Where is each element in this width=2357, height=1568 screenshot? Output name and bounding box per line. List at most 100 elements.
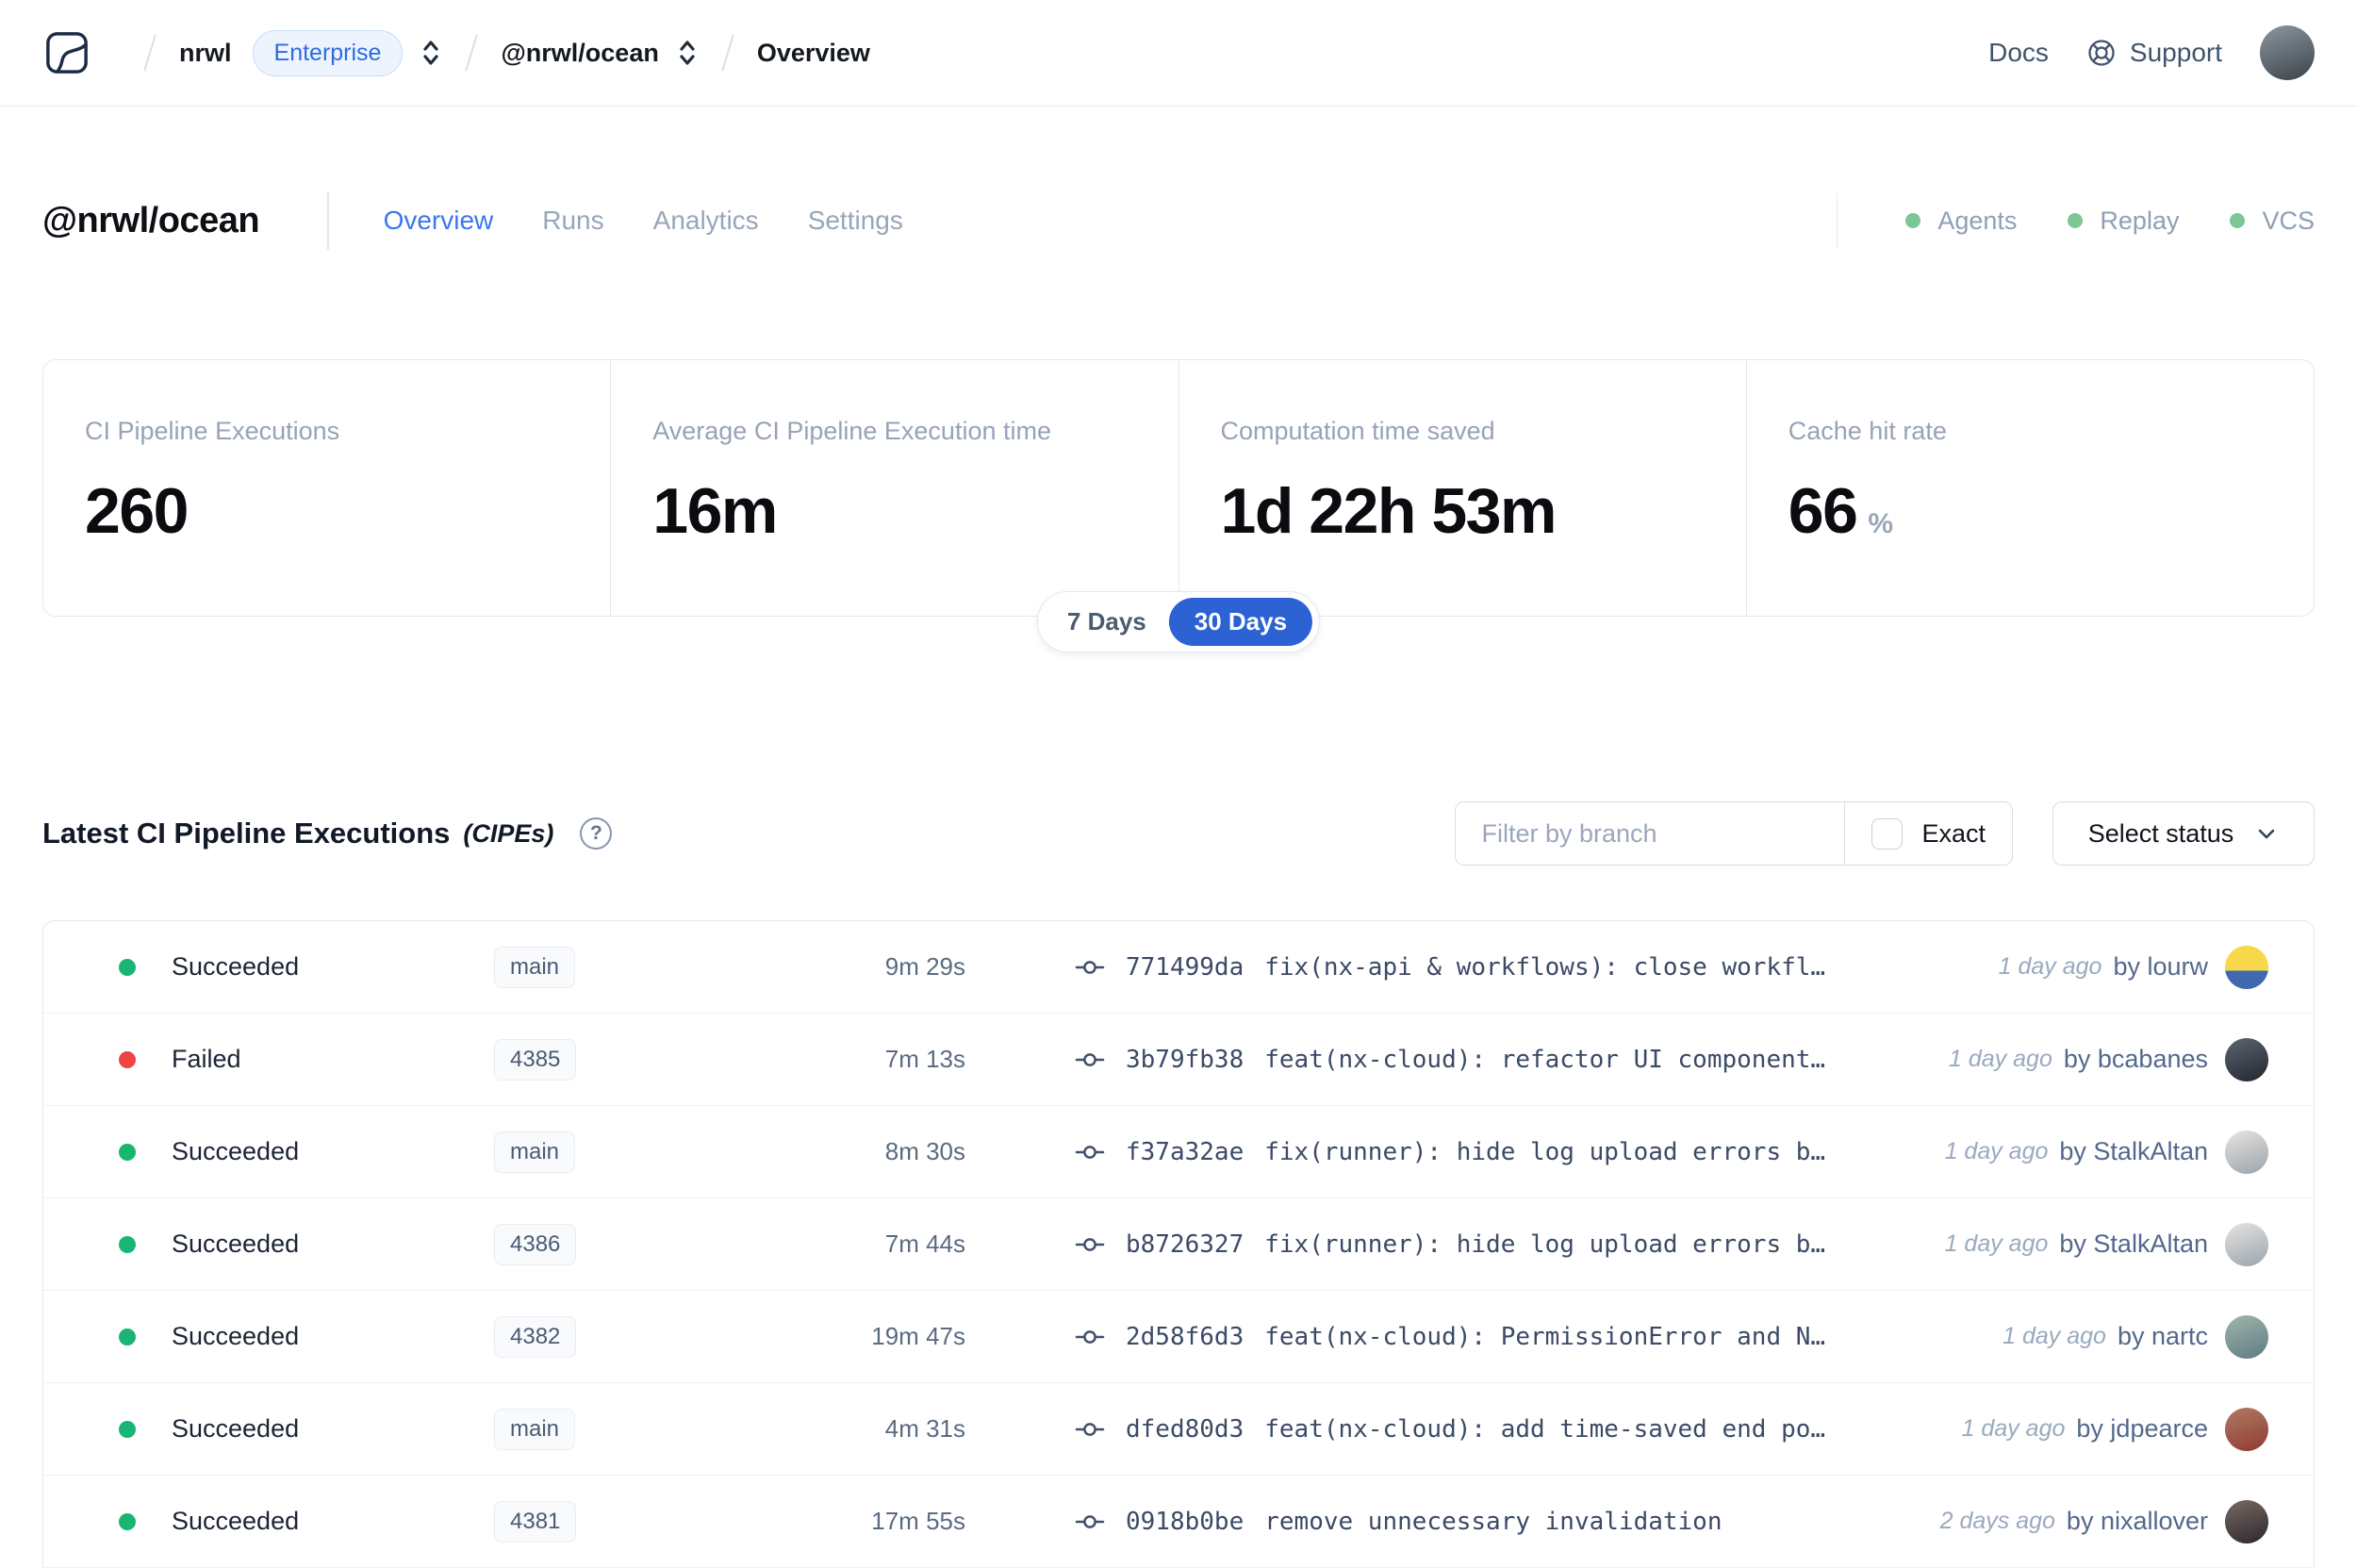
- commit-message: feat(nx-cloud): add time-saved end po…: [1264, 1414, 1826, 1444]
- support-link[interactable]: Support: [2086, 38, 2222, 68]
- duration: 4m 31s: [884, 1414, 965, 1443]
- git-commit-icon: [1075, 1045, 1105, 1075]
- commit-sha: f37a32ae: [1126, 1137, 1244, 1166]
- branch-badge: 4381: [494, 1500, 577, 1543]
- cipe-row[interactable]: Succeeded 4382 19m 47s 2d58f6d3 feat(nx-…: [43, 1291, 2314, 1383]
- breadcrumb-separator: [465, 34, 479, 72]
- date-range-toggle: 7 Days 30 Days: [1036, 591, 1321, 652]
- duration: 8m 30s: [884, 1137, 965, 1165]
- commit-sha: 2d58f6d3: [1126, 1322, 1244, 1351]
- workspace-tabs: Overview Runs Analytics Settings: [384, 206, 903, 236]
- org-switcher-chevron-icon[interactable]: [420, 36, 442, 70]
- stat-card-average-execution-time: Average CI Pipeline Execution time 16m: [611, 360, 1179, 616]
- author: by StalkAltan: [2059, 1230, 2208, 1258]
- status-label: Succeeded: [172, 952, 300, 981]
- git-commit-icon: [1075, 1507, 1105, 1537]
- integration-agents[interactable]: Agents: [1905, 206, 2017, 236]
- stat-card-ci-pipeline-executions: CI Pipeline Executions 260: [43, 360, 612, 616]
- duration: 9m 29s: [884, 952, 965, 981]
- divider: [1836, 193, 1838, 248]
- cipe-row[interactable]: Succeeded main 8m 30s f37a32ae fix(runne…: [43, 1106, 2314, 1198]
- status-select-dropdown[interactable]: Select status: [2052, 801, 2315, 866]
- cipe-row[interactable]: Succeeded 4386 7m 44s b8726327 fix(runne…: [43, 1198, 2314, 1291]
- status-label: Succeeded: [172, 1322, 300, 1350]
- integration-replay[interactable]: Replay: [2068, 206, 2179, 236]
- status-dot-icon: [1905, 213, 1921, 228]
- cipe-row[interactable]: Failed 4385 7m 13s 3b79fb38 feat(nx-clou…: [43, 1014, 2314, 1106]
- status-label: Failed: [172, 1045, 241, 1073]
- tab-overview[interactable]: Overview: [384, 206, 494, 236]
- git-commit-icon: [1075, 1414, 1105, 1444]
- workspace-switcher-chevron-icon[interactable]: [676, 36, 699, 70]
- commit-sha: 3b79fb38: [1126, 1045, 1244, 1074]
- cipes-title-suffix: (CIPEs): [463, 818, 554, 848]
- cipe-row[interactable]: Succeeded main 9m 29s 771499da fix(nx-ap…: [43, 921, 2314, 1014]
- branch-badge: 4382: [494, 1315, 577, 1358]
- author: by StalkAltan: [2059, 1137, 2208, 1165]
- help-icon[interactable]: ?: [580, 817, 613, 850]
- enterprise-badge: Enterprise: [252, 29, 404, 76]
- time-ago: 1 day ago: [1944, 1138, 2049, 1164]
- cipe-row[interactable]: Succeeded main 4m 31s dfed80d3 feat(nx-c…: [43, 1383, 2314, 1476]
- integration-vcs[interactable]: VCS: [2230, 206, 2315, 236]
- author: by bcabanes: [2063, 1045, 2208, 1073]
- branch-badge: main: [494, 946, 576, 988]
- avatar: [2225, 1130, 2268, 1174]
- duration: 7m 13s: [884, 1045, 965, 1073]
- top-navbar: nrwl Enterprise @nrwl/ocean Overview Doc…: [0, 0, 2357, 107]
- docs-link[interactable]: Docs: [1988, 38, 2049, 68]
- stat-card-cache-hit-rate: Cache hit rate 66 %: [1788, 417, 1947, 547]
- author: by lourw: [2113, 952, 2208, 981]
- status-label: Succeeded: [172, 1414, 300, 1443]
- breadcrumb-org[interactable]: nrwl: [179, 39, 232, 68]
- user-avatar[interactable]: [2260, 25, 2315, 80]
- nx-cloud-logo[interactable]: [45, 31, 89, 74]
- status-dot-icon: [119, 1143, 136, 1161]
- duration: 19m 47s: [871, 1322, 965, 1350]
- status-dot-icon: [119, 1328, 136, 1345]
- integration-statuses: Agents Replay VCS: [1905, 206, 2315, 236]
- chevron-down-icon: [2254, 821, 2279, 846]
- tab-runs[interactable]: Runs: [542, 206, 603, 236]
- cipes-title: Latest CI Pipeline Executions (CIPEs) ?: [42, 817, 613, 850]
- stat-card-computation-time-saved: Computation time saved 1d 22h 53m: [1179, 360, 1747, 616]
- exact-checkbox[interactable]: [1871, 817, 1904, 850]
- commit-message: fix(nx-api & workflows): close workfl…: [1264, 952, 1826, 982]
- status-dot-icon: [119, 1512, 136, 1530]
- branch-badge: main: [494, 1408, 576, 1450]
- workspace-header: @nrwl/ocean Overview Runs Analytics Sett…: [42, 191, 2315, 250]
- git-commit-icon: [1075, 1230, 1105, 1260]
- avatar: [2225, 1407, 2268, 1451]
- time-ago: 1 day ago: [1944, 1230, 2049, 1257]
- range-option-30-days[interactable]: 30 Days: [1168, 598, 1313, 646]
- breadcrumb-separator: [721, 34, 734, 72]
- tab-settings[interactable]: Settings: [808, 206, 903, 236]
- time-ago: 1 day ago: [1998, 953, 2102, 980]
- git-commit-icon: [1075, 1137, 1105, 1167]
- branch-badge: main: [494, 1131, 576, 1173]
- branch-filter-input[interactable]: [1456, 802, 1845, 865]
- author: by nixallover: [2066, 1507, 2208, 1535]
- lifebuoy-icon: [2086, 38, 2117, 68]
- commit-sha: 771499da: [1126, 952, 1244, 982]
- author: by jdpearce: [2076, 1414, 2208, 1443]
- status-dot-icon: [2068, 213, 2084, 228]
- git-commit-icon: [1075, 1322, 1105, 1352]
- avatar: [2225, 1222, 2268, 1266]
- status-dot-icon: [119, 1420, 136, 1438]
- breadcrumb-workspace[interactable]: @nrwl/ocean: [501, 39, 658, 68]
- cipe-row[interactable]: Succeeded 4381 17m 55s 0918b0be remove u…: [43, 1476, 2314, 1568]
- duration: 17m 55s: [871, 1507, 965, 1535]
- cipes-section-header: Latest CI Pipeline Executions (CIPEs) ? …: [42, 801, 2315, 866]
- workspace-title: @nrwl/ocean: [42, 200, 260, 240]
- avatar: [2225, 1037, 2268, 1081]
- branch-badge: 4385: [494, 1038, 577, 1081]
- tab-analytics[interactable]: Analytics: [653, 206, 759, 236]
- status-dot-icon: [119, 958, 136, 976]
- range-option-7-days[interactable]: 7 Days: [1045, 598, 1169, 646]
- support-label: Support: [2129, 38, 2222, 67]
- commit-message: remove unnecessary invalidation: [1264, 1507, 1722, 1536]
- exact-label: Exact: [1921, 818, 1986, 848]
- commit-sha: 0918b0be: [1126, 1507, 1244, 1536]
- commit-sha: b8726327: [1126, 1230, 1244, 1259]
